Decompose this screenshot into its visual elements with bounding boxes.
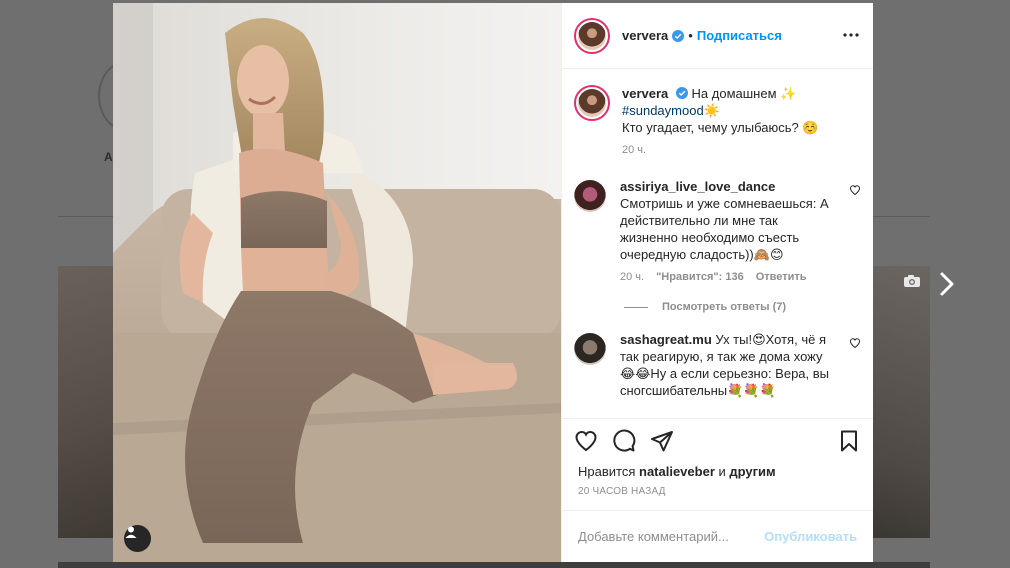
background-post-row xyxy=(58,562,930,568)
heart-icon[interactable] xyxy=(849,337,861,349)
post-sidebar: ververa • Подписаться ververa На домашне… xyxy=(561,3,873,562)
comments-list[interactable]: ververa На домашнем ✨ #sundaymood☀️ Кто … xyxy=(562,69,873,418)
background-post-thumbnail-left xyxy=(58,266,114,538)
comment-body: sashagreat.mu Ух ты!😍Хотя, чё я так реаг… xyxy=(620,331,835,399)
view-replies-line xyxy=(624,306,648,308)
likes-summary: Нравится natalieveber и другим xyxy=(562,462,873,482)
caption-hashtag[interactable]: #sundaymood xyxy=(622,103,704,118)
comment-username[interactable]: assiriya_live_love_dance xyxy=(620,179,775,194)
caption-time[interactable]: 20 ч. xyxy=(622,144,646,156)
comment-input[interactable] xyxy=(578,529,765,544)
background-post-thumbnail-right xyxy=(872,266,930,538)
post-modal: ververa • Подписаться ververa На домашне… xyxy=(113,3,873,562)
caption-hashtag-emoji: ☀️ xyxy=(703,103,720,118)
comment-icon[interactable] xyxy=(612,429,636,453)
header-separator: • xyxy=(688,28,693,43)
comment-content: Смотришь и уже сомневаешься: А действите… xyxy=(620,196,829,262)
camera-icon xyxy=(904,275,920,287)
post-actions xyxy=(562,418,873,462)
caption-username[interactable]: ververa xyxy=(622,86,668,101)
post-header: ververa • Подписаться xyxy=(562,3,873,69)
bookmark-icon[interactable] xyxy=(837,429,861,453)
caption: ververa На домашнем ✨ #sundaymood☀️ Кто … xyxy=(574,85,861,156)
user-tag-glyph xyxy=(125,526,137,538)
caption-line1: На домашнем ✨ xyxy=(691,86,797,101)
share-icon[interactable] xyxy=(650,429,674,453)
comment-likes[interactable]: "Нравится": 136 xyxy=(656,271,744,283)
author-avatar[interactable] xyxy=(574,17,610,54)
likes-and: и xyxy=(718,464,726,479)
publish-button[interactable]: Опубликовать xyxy=(764,529,857,544)
comment-item: sashagreat.mu Ух ты!😍Хотя, чё я так реаг… xyxy=(574,331,861,399)
post-photo-illustration xyxy=(113,3,561,562)
verified-badge-icon xyxy=(675,87,688,99)
more-options-icon[interactable] xyxy=(843,27,859,43)
comment-text: sashagreat.mu Ух ты!😍Хотя, чё я так реаг… xyxy=(620,331,835,399)
add-comment-bar: Опубликовать xyxy=(562,510,873,562)
reply-button[interactable]: Ответить xyxy=(756,271,807,283)
post-photo[interactable] xyxy=(113,3,561,562)
author-username[interactable]: ververa xyxy=(622,28,668,43)
comment-body: assiriya_live_love_dance Смотришь и уже … xyxy=(620,178,835,283)
chevron-right-icon[interactable] xyxy=(936,268,958,300)
caption-avatar[interactable] xyxy=(574,85,610,121)
verified-badge-icon xyxy=(672,29,685,42)
commenter-avatar[interactable] xyxy=(574,180,606,212)
comment-item: assiriya_live_love_dance Смотришь и уже … xyxy=(574,178,861,283)
comment-username[interactable]: sashagreat.mu xyxy=(620,332,712,347)
heart-icon[interactable] xyxy=(849,184,861,196)
likes-prefix: Нравится xyxy=(578,464,636,479)
caption-line2: Кто угадает, чему улыбаюсь? ☺️ xyxy=(622,120,819,135)
comment-meta: 20 ч. "Нравится": 136 Ответить xyxy=(620,271,835,283)
caption-meta: 20 ч. xyxy=(622,144,837,156)
user-tag-icon[interactable] xyxy=(124,525,151,552)
follow-button[interactable]: Подписаться xyxy=(697,28,782,43)
comment-text: assiriya_live_love_dance Смотришь и уже … xyxy=(620,178,835,263)
commenter-avatar[interactable] xyxy=(574,333,606,365)
likes-others[interactable]: другим xyxy=(729,464,775,479)
likes-user[interactable]: natalieveber xyxy=(639,464,715,479)
heart-icon[interactable] xyxy=(574,429,598,453)
caption-body: ververa На домашнем ✨ #sundaymood☀️ Кто … xyxy=(622,85,837,156)
comment-time[interactable]: 20 ч. xyxy=(620,271,644,283)
post-timestamp[interactable]: 20 ЧАСОВ НАЗАД xyxy=(562,482,873,510)
caption-text: ververa На домашнем ✨ #sundaymood☀️ Кто … xyxy=(622,85,837,136)
view-replies-label: Посмотреть ответы (7) xyxy=(662,301,787,313)
view-replies-button[interactable]: Посмотреть ответы (7) xyxy=(624,301,861,313)
